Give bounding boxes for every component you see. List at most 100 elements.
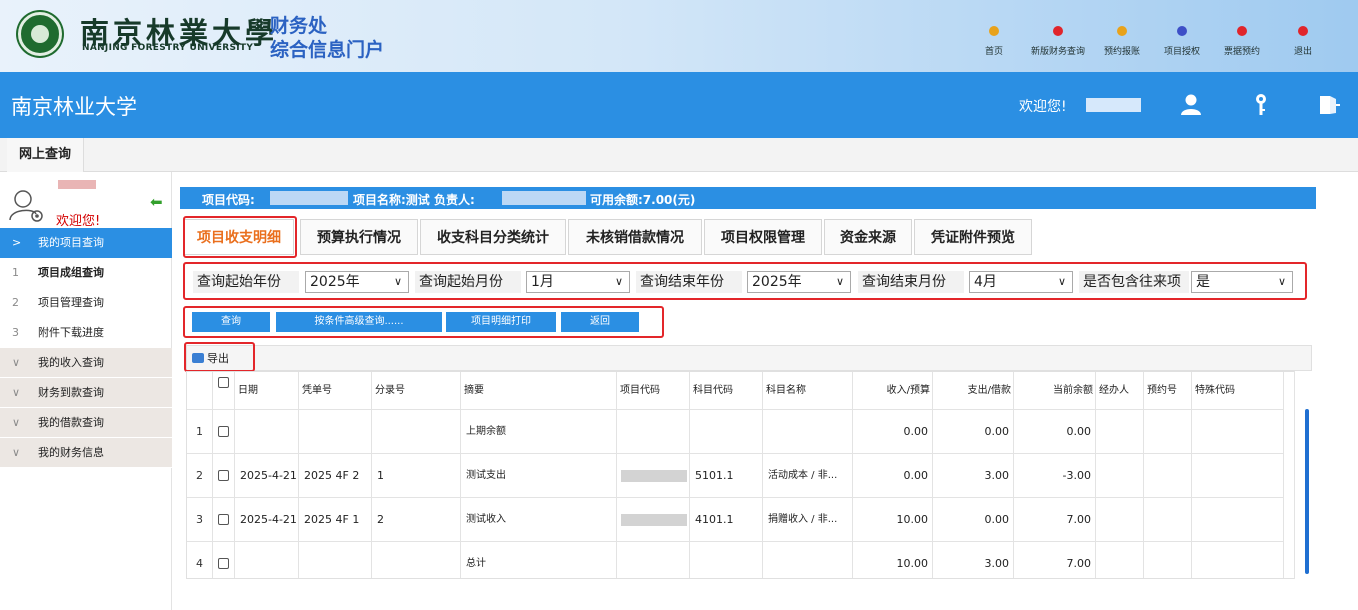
- voucher-cell: [299, 410, 372, 454]
- project-info-bar: 项目代码: 项目名称:测试 负责人: 可用余额:7.00(元): [180, 187, 1316, 209]
- dot-icon: [1177, 26, 1187, 36]
- sidebar-welcome: 欢迎您!: [56, 214, 101, 229]
- nav-invoice-booking[interactable]: 票据预约: [1224, 26, 1260, 57]
- sidebar-item-label: 我的收入查询: [38, 356, 104, 369]
- subj-code-cell: [690, 410, 763, 454]
- project-code-redacted: [621, 470, 687, 482]
- project-code-cell: [617, 410, 690, 454]
- sidebar-item-project-group-query[interactable]: 1 项目成组查询: [0, 258, 172, 288]
- expense-cell: 0.00: [933, 498, 1014, 542]
- subj-code-cell: 4101.1: [690, 498, 763, 542]
- special-cell: [1192, 410, 1284, 454]
- row-checkbox[interactable]: [218, 470, 229, 481]
- column-header: 摘要: [461, 372, 617, 410]
- income-cell: 10.00: [853, 542, 933, 578]
- sidebar-item-my-finance-info[interactable]: ∨ 我的财务信息: [0, 438, 172, 468]
- book-cell: [1144, 454, 1192, 498]
- op-cell: [1096, 498, 1144, 542]
- voucher-cell: [299, 542, 372, 578]
- collapse-arrow-icon[interactable]: ⬅: [150, 193, 163, 211]
- chevron-down-icon: ∨: [12, 386, 21, 399]
- summary-cell: 总计: [461, 542, 617, 578]
- university-seal-logo: [18, 12, 62, 56]
- vertical-scrollbar[interactable]: [1294, 371, 1312, 579]
- row-checkbox-cell: [213, 454, 235, 498]
- username-redacted: [1086, 98, 1141, 112]
- dot-icon: [1298, 26, 1308, 36]
- project-code-redacted: [621, 514, 687, 526]
- row-number: 3: [187, 498, 213, 542]
- subj-name-cell: 捐赠收入 / 非...: [763, 498, 853, 542]
- sidebar-item-project-manage-query[interactable]: 2 项目管理查询: [0, 288, 172, 318]
- summary-cell: 上期余额: [461, 410, 617, 454]
- nav-logout[interactable]: 退出: [1294, 26, 1312, 57]
- sidebar-item-my-income[interactable]: ∨ 我的收入查询: [0, 348, 172, 378]
- sidebar-item-label: 我的借款查询: [38, 416, 104, 429]
- entry-cell: [372, 410, 461, 454]
- expense-cell: 3.00: [933, 454, 1014, 498]
- column-header: 科目代码: [690, 372, 763, 410]
- row-checkbox[interactable]: [218, 558, 229, 569]
- column-header: 预约号: [1144, 372, 1192, 410]
- item-number: 1: [12, 266, 19, 279]
- sidebar-item-label: 我的项目查询: [38, 236, 104, 249]
- row-number: 2: [187, 454, 213, 498]
- nav-booking-reimburse[interactable]: 预约报账: [1104, 26, 1140, 57]
- date-cell: 2025-4-21: [235, 454, 299, 498]
- column-header: 科目名称: [763, 372, 853, 410]
- row-checkbox[interactable]: [218, 514, 229, 525]
- nav-project-authorize[interactable]: 项目授权: [1164, 26, 1200, 57]
- dot-icon: [1053, 26, 1063, 36]
- sidebar-item-label: 我的财务信息: [38, 446, 104, 459]
- tab-unsettled-loans[interactable]: 未核销借款情况: [568, 219, 702, 255]
- balance-cell: -3.00: [1014, 454, 1096, 498]
- project-code-cell: [617, 454, 690, 498]
- sidebar-item-label: 财务到款查询: [38, 386, 104, 399]
- sidebar-item-my-loans[interactable]: ∨ 我的借款查询: [0, 408, 172, 438]
- row-checkbox[interactable]: [218, 426, 229, 437]
- available-balance: 可用余额:7.00(元): [590, 193, 696, 207]
- dot-icon: [989, 26, 999, 36]
- nav-logout-label: 退出: [1294, 47, 1313, 57]
- highlight-box: [183, 262, 1307, 300]
- sidebar-item-label: 项目管理查询: [38, 296, 104, 309]
- tab-voucher-attachment-preview[interactable]: 凭证附件预览: [914, 219, 1032, 255]
- sidebar-item-my-projects[interactable]: > 我的项目查询: [0, 228, 172, 258]
- highlight-box: [184, 342, 255, 372]
- tab-online-query[interactable]: 网上查询: [7, 138, 85, 172]
- op-cell: [1096, 410, 1144, 454]
- nav-home[interactable]: 首页: [985, 26, 1003, 57]
- top-header: 南京林業大學 NANJING FORESTRY UNIVERSITY 财务处 综…: [0, 0, 1358, 72]
- chevron-down-icon: ∨: [12, 356, 21, 369]
- sidebar-item-label: 项目成组查询: [38, 266, 104, 279]
- op-cell: [1096, 542, 1144, 578]
- subj-name-cell: 活动成本 / 非...: [763, 454, 853, 498]
- book-cell: [1144, 498, 1192, 542]
- income-cell: 0.00: [853, 410, 933, 454]
- nav-new-finance-query[interactable]: 新版财务查询: [1031, 26, 1085, 57]
- book-cell: [1144, 542, 1192, 578]
- column-header: 收入/预算: [853, 372, 933, 410]
- entry-cell: [372, 542, 461, 578]
- special-cell: [1192, 542, 1284, 578]
- key-icon[interactable]: [1248, 92, 1274, 118]
- logout-icon[interactable]: [1316, 92, 1342, 118]
- user-icon[interactable]: [1178, 92, 1204, 118]
- entry-cell: 2: [372, 498, 461, 542]
- tab-subject-category-stats[interactable]: 收支科目分类统计: [420, 219, 566, 255]
- item-number: 3: [12, 326, 19, 339]
- sidebar-item-payment-arrival[interactable]: ∨ 财务到款查询: [0, 378, 172, 408]
- select-all-checkbox[interactable]: [218, 377, 229, 388]
- tab-fund-source[interactable]: 资金来源: [824, 219, 912, 255]
- tab-budget-execution[interactable]: 预算执行情况: [300, 219, 418, 255]
- tab-project-permissions[interactable]: 项目权限管理: [704, 219, 822, 255]
- scrollbar-thumb[interactable]: [1305, 409, 1309, 574]
- column-header: 凭单号: [299, 372, 372, 410]
- user-name-redacted: [58, 180, 96, 189]
- sidebar-item-attachment-progress[interactable]: 3 附件下载进度: [0, 318, 172, 348]
- owner-redacted: [502, 191, 586, 205]
- column-header: 日期: [235, 372, 299, 410]
- balance-cell: 0.00: [1014, 410, 1096, 454]
- system-title: 南京林业大学: [11, 95, 137, 119]
- nav-invoice-booking-label: 票据预约: [1224, 47, 1261, 57]
